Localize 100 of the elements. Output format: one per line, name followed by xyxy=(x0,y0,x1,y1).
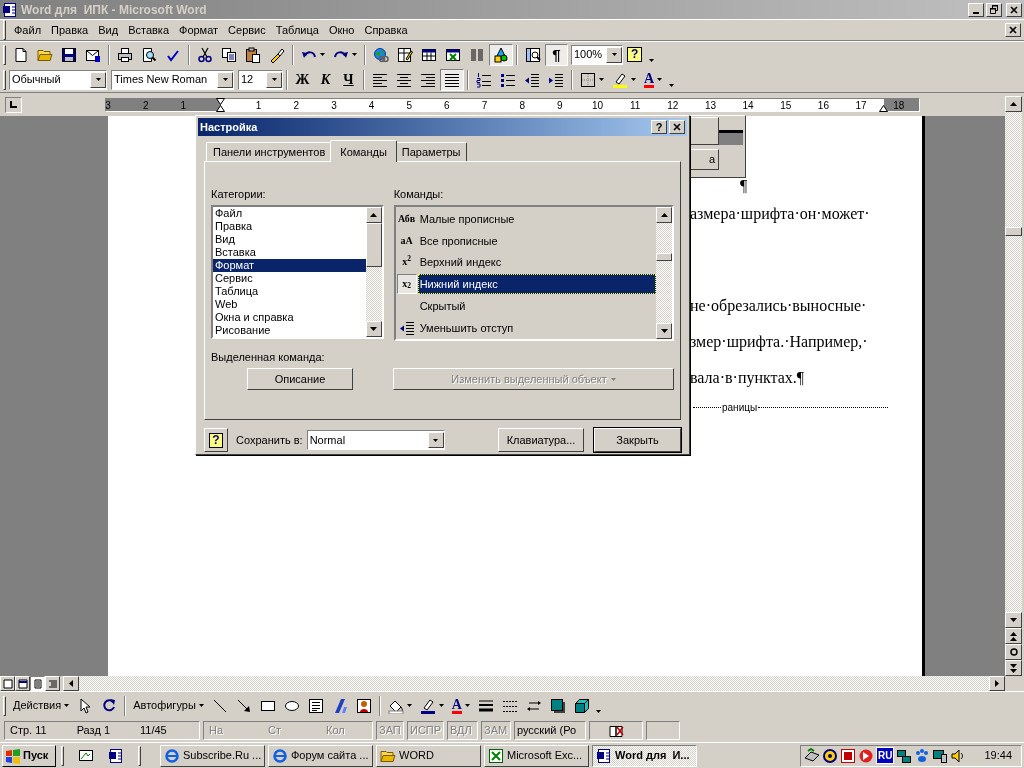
list-item[interactable]: Сервис xyxy=(213,271,366,285)
description-button[interactable]: Описание xyxy=(247,368,353,391)
increase-indent-icon xyxy=(548,71,564,88)
menu-item[interactable]: Окно xyxy=(323,21,360,39)
toolbar-button[interactable]: Ж xyxy=(291,68,314,91)
scroll-down-button[interactable] xyxy=(365,320,382,337)
down-arrow-icon xyxy=(660,328,668,333)
menu-button[interactable]: Действия xyxy=(9,694,74,717)
help-button[interactable]: ? xyxy=(204,428,228,452)
computer-icon xyxy=(932,747,949,764)
menu-item[interactable]: Правка xyxy=(46,21,94,39)
list-item[interactable]: Формат xyxy=(213,258,366,272)
document-text: азмера·шрифта·он·может· xyxy=(690,205,870,222)
right-arrow-icon xyxy=(995,680,999,687)
document-icon xyxy=(596,747,612,764)
menu-item[interactable]: Вставка xyxy=(123,21,174,39)
list-item[interactable]: Правка xyxy=(213,219,366,233)
menu-item[interactable]: Файл xyxy=(9,21,47,39)
list-item[interactable]: Файл xyxy=(213,206,366,220)
ruler-number: 16 xyxy=(817,100,829,112)
keyboard-button[interactable]: Клавиатура... xyxy=(498,428,584,452)
tab-stop-button[interactable] xyxy=(5,96,22,113)
ruler-number: 11 xyxy=(629,100,641,112)
close-dialog-button[interactable]: Закрыть xyxy=(594,428,681,452)
font-dropdown[interactable]: Times New Roman xyxy=(111,69,234,90)
ruler-number: 18 xyxy=(893,100,905,112)
dialog-tab[interactable]: Панели инструментов xyxy=(206,142,333,162)
list-item[interactable]: Web xyxy=(213,297,366,311)
menu-item[interactable]: Справка xyxy=(359,21,413,39)
scroll-down-button[interactable] xyxy=(1005,612,1022,628)
toolbar-button[interactable]: ¶ xyxy=(545,43,568,66)
menu-item[interactable]: Сервис xyxy=(223,21,271,39)
up-arrow-icon xyxy=(1010,102,1017,106)
command-item[interactable]: Малые прописные xyxy=(417,208,656,229)
list-item[interactable]: Таблица xyxy=(213,284,366,298)
scroll-up-button[interactable] xyxy=(365,206,382,223)
scroll-left-button[interactable] xyxy=(63,676,79,691)
command-item[interactable]: Нижний индекс xyxy=(417,274,656,295)
down-arrow-icon xyxy=(370,326,378,331)
toolbar-button[interactable]: ? xyxy=(623,43,647,66)
list-item[interactable]: Вид xyxy=(213,232,366,246)
command-item[interactable]: Все прописные xyxy=(417,230,656,251)
document-close-button[interactable] xyxy=(1005,23,1021,37)
menu-item[interactable]: Формат xyxy=(174,21,224,39)
command-item[interactable]: Уменьшить отступ xyxy=(417,317,656,338)
caret-icon xyxy=(596,709,602,713)
menu-item[interactable]: Вид xyxy=(93,21,124,39)
next-page-button[interactable] xyxy=(1005,660,1022,676)
save-in-dropdown[interactable]: Normal xyxy=(306,430,445,450)
caret-icon xyxy=(95,78,101,81)
taskbar-button[interactable]: Форум сайта ... xyxy=(268,744,373,767)
document-text: змер·шрифта.·Например,· xyxy=(690,333,868,350)
menu-item[interactable]: Таблица xyxy=(270,21,324,39)
start-button[interactable]: Пуск xyxy=(2,744,56,767)
caret-icon xyxy=(271,78,277,81)
copy-icon xyxy=(221,46,237,63)
menu-button[interactable]: Автофигуры xyxy=(129,694,208,717)
restore-button[interactable] xyxy=(986,2,1002,17)
toolbar-button[interactable]: Ч xyxy=(337,68,360,91)
scrollbar-thumb[interactable] xyxy=(656,252,672,261)
taskbar-button[interactable]: Word для И... xyxy=(592,744,697,767)
help-button[interactable]: ? xyxy=(651,119,667,134)
scroll-right-button[interactable] xyxy=(989,676,1005,691)
dialog-tab[interactable]: Параметры xyxy=(394,142,468,162)
scroll-down-button[interactable] xyxy=(656,322,672,339)
browser-icon xyxy=(164,747,180,764)
style-dropdown[interactable]: Обычный xyxy=(9,69,107,90)
taskbar-button[interactable]: WORD xyxy=(376,744,481,767)
zoom-dropdown[interactable]: 100% xyxy=(571,44,623,65)
format-glyph-icon: x$_{2}$ xyxy=(396,274,417,295)
scrollbar-thumb[interactable] xyxy=(1005,227,1022,236)
scroll-up-button[interactable] xyxy=(1005,96,1022,112)
scroll-up-button[interactable] xyxy=(656,206,672,223)
previous-page-button[interactable] xyxy=(1005,628,1022,644)
close-button[interactable] xyxy=(669,119,685,134)
status-text: Стр. 11 xyxy=(10,723,47,739)
toolbar-button[interactable]: К xyxy=(314,68,337,91)
align-right-icon xyxy=(420,71,436,88)
text-box-icon xyxy=(307,697,324,714)
status-text: Разд 1 xyxy=(76,723,110,739)
scrollbar-thumb[interactable] xyxy=(365,222,382,267)
close-button[interactable] xyxy=(1006,2,1022,17)
toolbar-button[interactable]: A xyxy=(447,694,474,717)
spreadsheet-icon xyxy=(445,46,461,63)
list-item[interactable]: Вставка xyxy=(213,245,366,259)
list-item[interactable]: Рисование xyxy=(213,323,366,337)
command-item[interactable]: Скрытый xyxy=(417,296,656,317)
toolbar-button[interactable] xyxy=(440,68,464,91)
dialog-tab[interactable]: Команды xyxy=(330,140,397,163)
browse-object-button[interactable] xyxy=(1005,644,1022,660)
list-item[interactable]: Окна и справка xyxy=(213,310,366,324)
minimize-button[interactable] xyxy=(968,2,984,17)
keyboard-layout-indicator[interactable]: RU xyxy=(876,747,895,764)
font-size-dropdown[interactable]: 12 xyxy=(238,69,283,90)
toolbar-button[interactable] xyxy=(489,43,513,66)
taskbar-button[interactable]: Subscribe.Ru ... xyxy=(160,744,265,767)
command-item[interactable]: Верхний индекс xyxy=(417,252,656,273)
toolbar-button[interactable]: A xyxy=(640,68,667,91)
taskbar-button[interactable]: Microsoft Exc... xyxy=(484,744,589,767)
outline-view-icon xyxy=(47,678,58,689)
